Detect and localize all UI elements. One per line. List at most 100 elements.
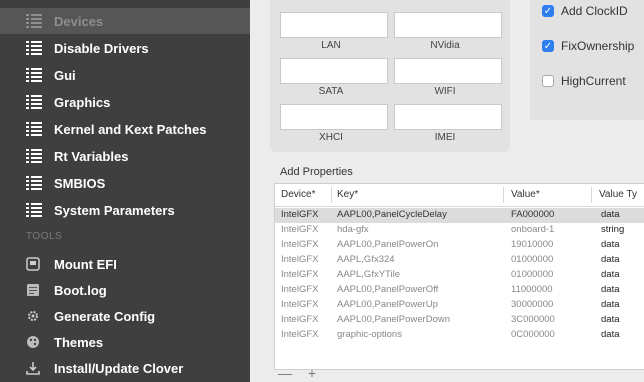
sidebar-item-kernel-kext-patches[interactable]: Kernel and Kext Patches [0,116,250,142]
sidebar-item-gui[interactable]: Gui [0,62,250,88]
document-icon [26,283,42,297]
list-icon [26,68,42,82]
list-icon [26,149,42,163]
sidebar-item-devices[interactable]: Devices [0,8,250,34]
checkmark-icon: ✓ [542,40,554,52]
xhci-field[interactable] [280,104,388,130]
table-row[interactable]: IntelGFX AAPL00,PanelPowerOn 19010000 data [275,238,644,253]
tools-header: TOOLS [26,231,63,242]
add-clockid-checkbox[interactable]: ✓ Add ClockID [542,4,628,18]
download-icon [26,361,42,375]
cell-value: 01000000 [511,254,554,265]
cell-type: data [601,209,620,220]
sidebar-item-label: System Parameters [54,202,175,218]
sidebar-item-label: Mount EFI [54,256,117,272]
cell-type: data [601,254,620,265]
cell-type: data [601,284,620,295]
cell-value: FA000000 [511,209,555,220]
cell-type: string [601,224,625,235]
list-icon [26,14,42,28]
checkbox-label: FixOwnership [561,39,635,53]
sidebar-item-system-parameters[interactable]: System Parameters [0,197,250,223]
lan-label: LAN [321,40,341,51]
disk-icon [26,257,42,271]
add-remove-buttons[interactable]: — + [278,365,322,381]
sidebar-item-graphics[interactable]: Graphics [0,89,250,115]
list-icon [26,41,42,55]
wifi-field[interactable] [394,58,502,84]
cell-device: IntelGFX [281,239,319,250]
cell-key: hda-gfx [337,224,369,235]
sidebar-item-install-update-clover[interactable]: Install/Update Clover [0,355,250,381]
cell-type: data [601,269,620,280]
add-properties-table: Device* Key* Value* Value Ty IntelGFX AAP… [274,183,644,370]
cell-key: AAPL00,PanelCycleDelay [337,209,447,220]
cell-key: AAPL,GfxYTile [337,269,401,280]
table-header: Device* Key* Value* Value Ty [275,184,644,207]
cell-device: IntelGFX [281,314,319,325]
nvidia-field[interactable] [394,12,502,38]
sidebar-item-boot-log[interactable]: Boot.log [0,277,250,303]
lan-field[interactable] [280,12,388,38]
wifi-label: WIFI [434,86,456,97]
options-panel [530,0,644,120]
cell-key: AAPL00,PanelPowerOn [337,239,439,250]
sidebar-item-smbios[interactable]: SMBIOS [0,170,250,196]
cell-key: AAPL00,PanelPowerUp [337,299,438,310]
gear-icon [26,309,42,323]
nvidia-label: NVidia [430,40,460,51]
sidebar-item-label: Themes [54,334,104,350]
cell-key: graphic-options [337,329,402,340]
column-header-value[interactable]: Value* [511,189,540,200]
cell-key: AAPL,Gfx324 [337,254,395,265]
sidebar-item-generate-config[interactable]: Generate Config [0,303,250,329]
cell-value: 30000000 [511,299,554,310]
cell-value: 0C000000 [511,329,555,340]
checkbox-label: Add ClockID [561,4,628,18]
sata-label: SATA [318,86,344,97]
checkbox-label: HighCurrent [561,74,626,88]
table-row[interactable]: IntelGFX AAPL,GfxYTile 01000000 data [275,268,644,283]
sidebar-item-disable-drivers[interactable]: Disable Drivers [0,35,250,61]
cell-device: IntelGFX [281,224,319,235]
add-properties-title: Add Properties [280,166,353,178]
unchecked-box-icon [542,75,554,87]
sidebar-item-label: Rt Variables [54,148,129,164]
palette-icon [26,335,42,349]
table-row[interactable]: IntelGFX AAPL,Gfx324 01000000 data [275,253,644,268]
fixownership-checkbox[interactable]: ✓ FixOwnership [542,39,634,53]
sidebar-item-rt-variables[interactable]: Rt Variables [0,143,250,169]
sidebar-item-label: SMBIOS [54,175,106,191]
imei-label: IMEI [434,132,456,143]
cell-device: IntelGFX [281,299,319,310]
cell-value: 19010000 [511,239,554,250]
sidebar-item-label: Boot.log [54,282,107,298]
column-header-device[interactable]: Device* [281,189,315,200]
cell-value: 01000000 [511,269,554,280]
column-header-key[interactable]: Key* [337,189,358,200]
sidebar-item-label: Kernel and Kext Patches [54,121,207,137]
sidebar-item-label: Generate Config [54,308,156,324]
imei-field[interactable] [394,104,502,130]
table-row[interactable]: IntelGFX hda-gfx onboard-1 string [275,223,644,238]
cell-device: IntelGFX [281,329,319,340]
highcurrent-checkbox[interactable]: HighCurrent [542,74,626,88]
sata-field[interactable] [280,58,388,84]
sidebar-item-label: Disable Drivers [54,40,149,56]
sidebar-item-themes[interactable]: Themes [0,329,250,355]
list-icon [26,95,42,109]
sidebar-item-label: Install/Update Clover [54,360,184,376]
sidebar-item-mount-efi[interactable]: Mount EFI [0,251,250,277]
cell-device: IntelGFX [281,209,319,220]
cell-value: onboard-1 [511,224,555,235]
sidebar-item-label: Graphics [54,94,111,110]
table-row[interactable]: IntelGFX AAPL00,PanelPowerOff 11000000 data [275,283,644,298]
table-row[interactable]: IntelGFX graphic-options 0C000000 data [275,328,644,343]
table-row[interactable]: IntelGFX AAPL00,PanelPowerDown 3C000000 dat… [275,313,644,328]
column-header-value-type[interactable]: Value Ty [599,189,637,200]
cell-device: IntelGFX [281,269,319,280]
table-row[interactable]: IntelGFX AAPL00,PanelPowerUp 30000000 data [275,298,644,313]
cell-key: AAPL00,PanelPowerOff [337,284,439,295]
cell-type: data [601,299,620,310]
table-row[interactable]: IntelGFX AAPL00,PanelCycleDelay FA000000 da… [275,208,644,223]
